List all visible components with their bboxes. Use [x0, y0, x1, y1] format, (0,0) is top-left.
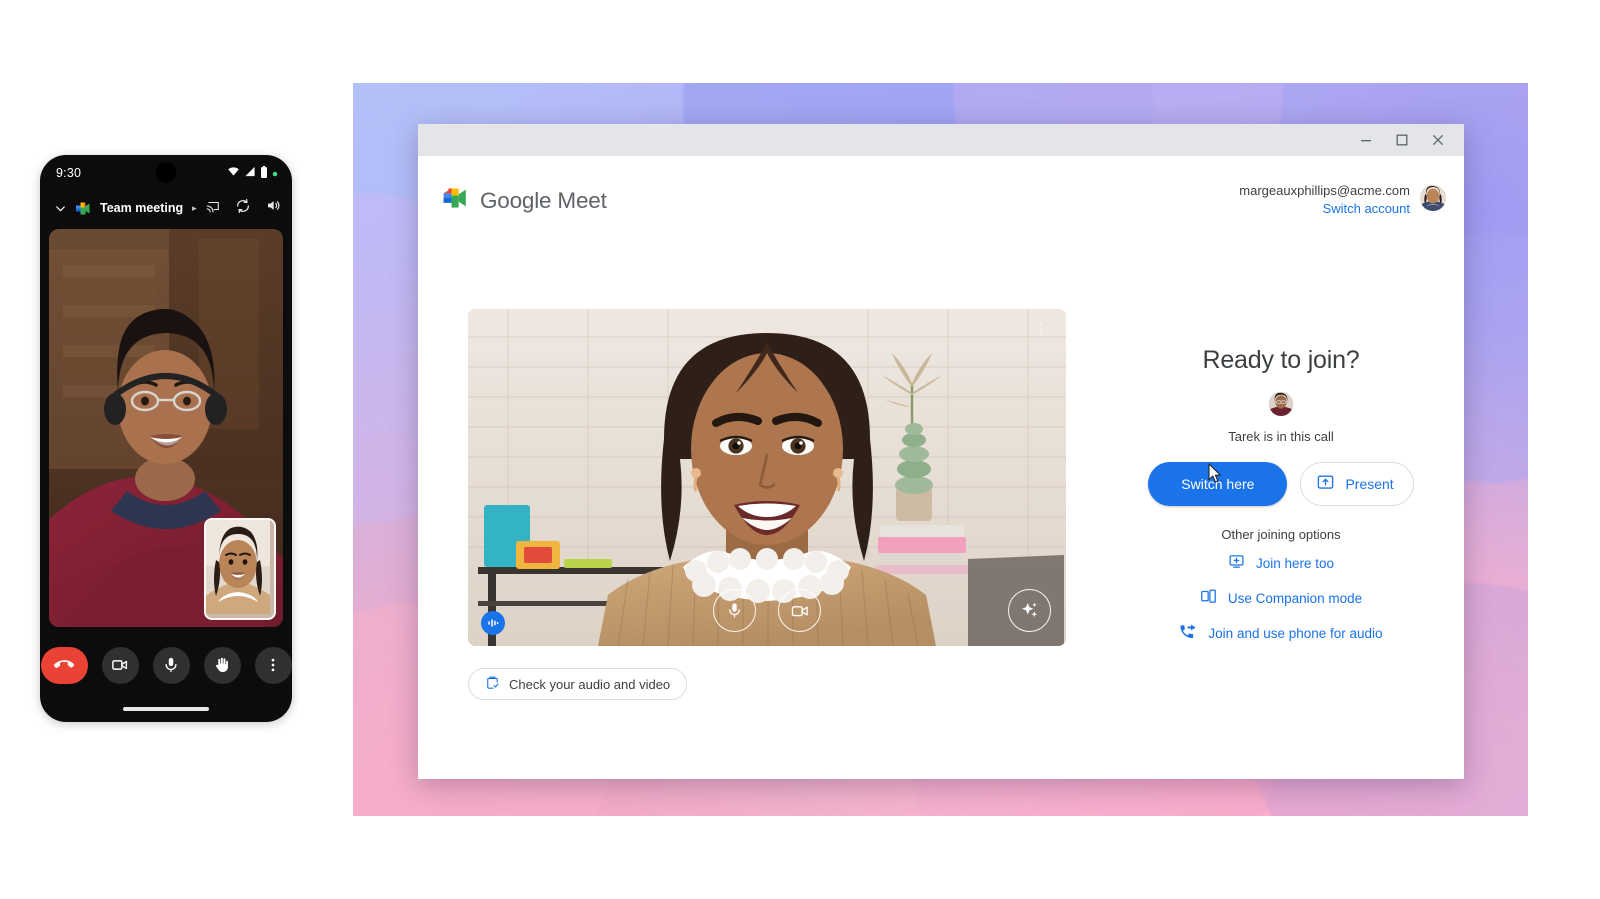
phone-device: 9:30 Team meeting ▸: [40, 155, 292, 722]
wifi-icon: [227, 166, 240, 180]
app-content: Google Meet margeauxphillips@acme.com Sw…: [418, 156, 1464, 779]
preview-controls: [713, 589, 821, 632]
page-title: Ready to join?: [1202, 346, 1360, 374]
meeting-title: Team meeting: [100, 201, 184, 215]
minimize-button[interactable]: [1348, 125, 1384, 155]
window-titlebar: [418, 124, 1464, 156]
audio-level-indicator: [481, 611, 505, 635]
check-audio-video-label: Check your audio and video: [509, 676, 671, 692]
google-meet-icon: [75, 201, 92, 216]
end-call-button[interactable]: [40, 646, 88, 684]
account-text: margeauxphillips@acme.com Switch account: [1239, 182, 1410, 218]
app-title: Google Meet: [480, 188, 607, 214]
phone-control-bar: [40, 642, 292, 688]
switch-here-button[interactable]: Switch here: [1148, 462, 1288, 506]
volume-icon[interactable]: [265, 198, 281, 218]
present-label: Present: [1345, 476, 1394, 492]
app-header: Google Meet margeauxphillips@acme.com Sw…: [418, 156, 1464, 234]
self-view-thumbnail[interactable]: [204, 518, 276, 620]
join-panel: Ready to join? Tarek is in this call Swi…: [1118, 346, 1444, 644]
join-here-too-link[interactable]: Join here too: [1228, 553, 1334, 573]
mic-toggle-button[interactable]: [713, 589, 756, 632]
video-preview: [468, 309, 1066, 646]
chevron-down-icon[interactable]: [54, 202, 67, 215]
account-email: margeauxphillips@acme.com: [1239, 183, 1410, 198]
camera-toggle-button[interactable]: [778, 589, 821, 632]
camera-notch: [155, 162, 177, 183]
avatar[interactable]: [1420, 185, 1446, 211]
add-to-screen-icon: [1228, 553, 1245, 573]
recording-dot-icon: [272, 166, 278, 180]
use-companion-mode-label: Use Companion mode: [1227, 590, 1363, 606]
status-icons: [227, 155, 278, 191]
phone-status-bar: 9:30: [40, 155, 292, 191]
other-options-label: Other joining options: [1221, 527, 1341, 542]
home-indicator: [123, 707, 209, 711]
brand-google: Google: [480, 187, 552, 213]
present-screen-icon: [1316, 473, 1335, 495]
brand-lockup: Google Meet: [442, 186, 607, 215]
join-phone-audio-link[interactable]: Join and use phone for audio: [1179, 623, 1383, 644]
phone-meeting-bar[interactable]: Team meeting ▸: [40, 191, 292, 225]
phone-forward-icon: [1179, 623, 1197, 644]
google-meet-icon: [442, 186, 469, 215]
battery-icon: [260, 165, 268, 181]
participants-status: Tarek is in this call: [1228, 429, 1334, 444]
switch-account-link[interactable]: Switch account: [1239, 199, 1410, 218]
status-clock: 9:30: [56, 166, 82, 180]
microphone-button[interactable]: [152, 646, 190, 684]
cast-icon[interactable]: [205, 199, 221, 218]
companion-devices-icon: [1200, 588, 1217, 608]
close-button[interactable]: [1420, 125, 1456, 155]
phone-bar-icons: [205, 198, 281, 219]
screenshot-root: 9:30 Team meeting ▸ Google Meet margeaux…: [0, 0, 1600, 899]
google-meet-window: Google Meet margeauxphillips@acme.com Sw…: [418, 124, 1464, 779]
maximize-button[interactable]: [1384, 125, 1420, 155]
use-companion-mode-link[interactable]: Use Companion mode: [1200, 588, 1362, 608]
brand-meet: Meet: [557, 187, 607, 213]
join-actions: Switch here Present: [1118, 462, 1444, 506]
present-button[interactable]: Present: [1300, 462, 1414, 506]
check-audio-video-button[interactable]: Check your audio and video: [468, 668, 688, 700]
phone-video-feed: [49, 229, 283, 627]
signal-icon: [244, 166, 256, 180]
chevron-right-icon[interactable]: ▸: [192, 203, 197, 214]
join-phone-audio-label: Join and use phone for audio: [1208, 626, 1383, 641]
join-here-too-label: Join here too: [1255, 555, 1335, 571]
raise-hand-button[interactable]: [203, 646, 241, 684]
preview-more-options-button[interactable]: [1028, 317, 1054, 343]
more-options-button[interactable]: [254, 646, 292, 684]
participant-avatar: [1269, 392, 1293, 416]
account-block: margeauxphillips@acme.com Switch account: [1239, 182, 1446, 218]
camera-button[interactable]: [101, 646, 139, 684]
flip-camera-icon[interactable]: [235, 198, 251, 219]
visual-effects-button[interactable]: [1008, 589, 1051, 632]
other-joining-options: Join here too Use Companion mode Join an…: [1118, 553, 1444, 644]
clipboard-check-icon: [485, 675, 500, 693]
